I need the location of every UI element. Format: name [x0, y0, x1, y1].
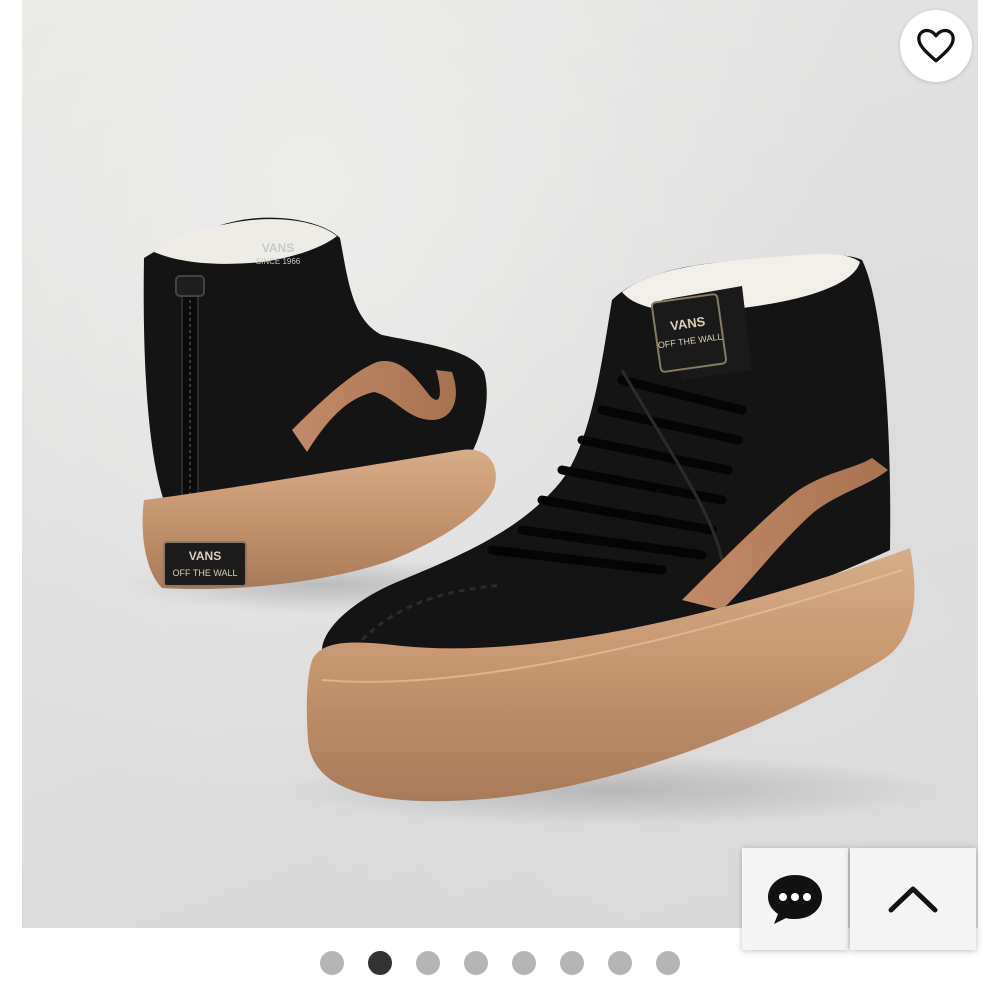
collar-since: SINCE 1966: [256, 257, 301, 266]
collar-logo: VANS: [262, 241, 294, 255]
chat-button[interactable]: [742, 848, 848, 950]
carousel-dot[interactable]: [368, 951, 392, 975]
heart-outline-icon: [917, 28, 955, 63]
heel-tab-tagline: OFF THE WALL: [172, 568, 237, 578]
chevron-up-icon: [888, 886, 938, 913]
carousel-pagination: [0, 950, 1000, 976]
favorite-button[interactable]: [900, 10, 972, 82]
back-shoe: VANS OFF THE WALL VANS SINCE 1966: [122, 217, 522, 613]
scroll-to-top-button[interactable]: [850, 848, 976, 950]
carousel-dot[interactable]: [608, 951, 632, 975]
carousel-dot[interactable]: [320, 951, 344, 975]
product-image-gallery[interactable]: VANS OFF THE WALL VANS SINCE 1966 VANS O…: [22, 0, 978, 928]
carousel-dot[interactable]: [560, 951, 584, 975]
carousel-dot[interactable]: [464, 951, 488, 975]
carousel-dot[interactable]: [512, 951, 536, 975]
heel-tab-logo: VANS: [189, 549, 221, 563]
carousel-dot[interactable]: [416, 951, 440, 975]
carousel-dot[interactable]: [656, 951, 680, 975]
chat-bubble-icon: [768, 875, 822, 924]
product-image: VANS OFF THE WALL VANS SINCE 1966 VANS O…: [122, 217, 942, 826]
